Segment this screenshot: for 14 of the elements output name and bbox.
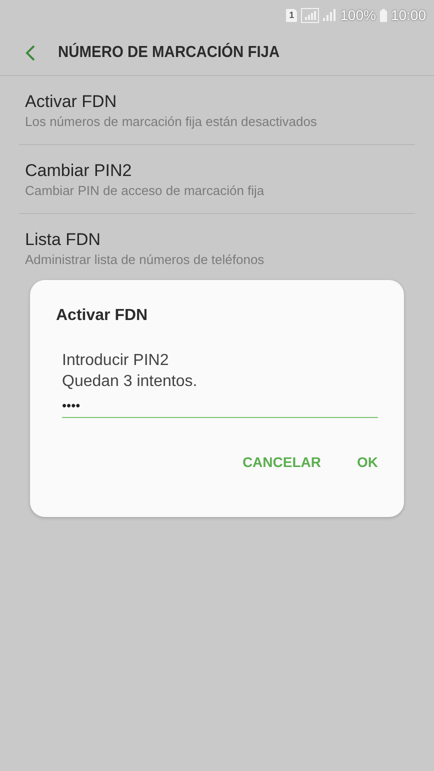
sim-icon: 1 [286, 8, 298, 22]
battery-icon [380, 8, 387, 22]
page-title: NÚMERO DE MARCACIÓN FIJA [58, 44, 280, 62]
battery-percent: 100% [340, 7, 376, 23]
signal-icon [323, 9, 336, 21]
dialog-title: Activar FDN [56, 307, 149, 325]
settings-item[interactable]: Cambiar PIN2 Cambiar PIN de acceso de marcación fija [19, 145, 415, 214]
settings-item[interactable]: Activar FDN Los números de marcación fija están desactivados [19, 76, 415, 145]
settings-item[interactable]: Lista FDN Administrar lista de números de teléfonos [19, 214, 415, 282]
clock-time: 10:00 [390, 7, 426, 23]
signal-icon [301, 8, 320, 22]
dialog-message: Introducir PIN2 [62, 351, 170, 371]
dialog-message: Quedan 3 intentos. [62, 372, 198, 392]
pin-input-field[interactable]: •••• [62, 398, 378, 418]
